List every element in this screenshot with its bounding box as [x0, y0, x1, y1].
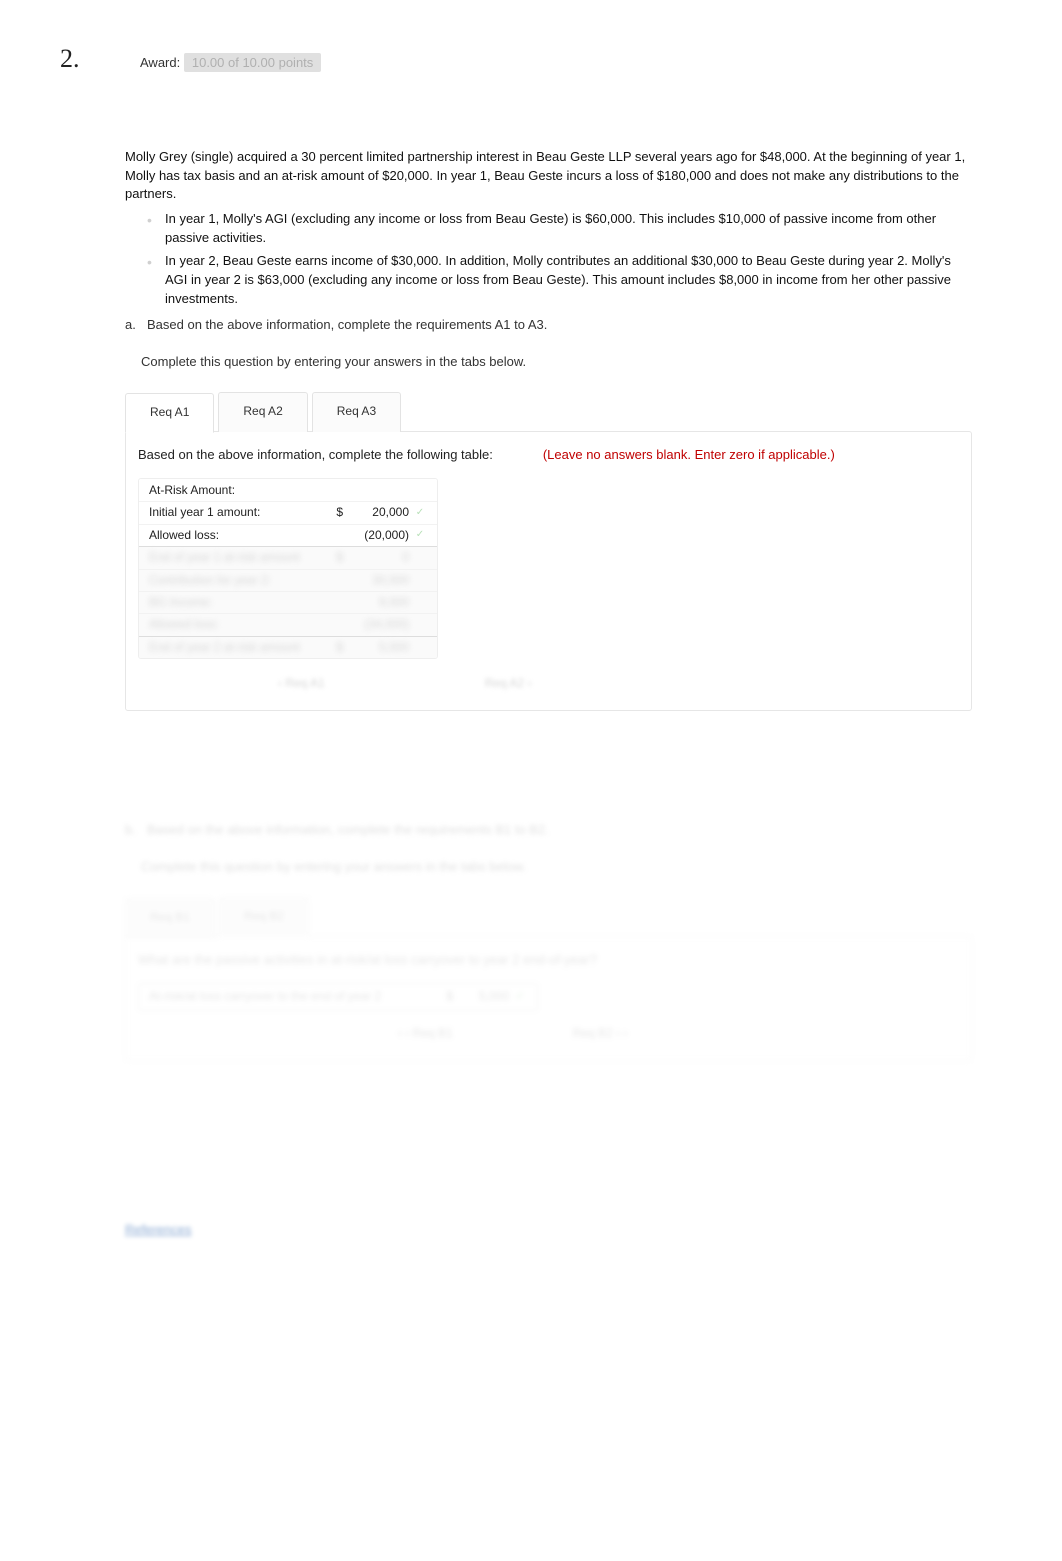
panel-hint: (Leave no answers blank. Enter zero if a…	[543, 446, 835, 465]
table-header: At-Risk Amount:	[149, 482, 329, 499]
entry-instruction: Complete this question by entering your …	[141, 353, 972, 372]
tab-req-a2[interactable]: Req A2	[218, 392, 307, 431]
check-icon: ✓	[513, 990, 527, 1005]
stem-bullet: In year 2, Beau Geste earns income of $3…	[165, 252, 972, 309]
row-value[interactable]: 20,000	[343, 504, 413, 521]
award-label: Award:	[140, 55, 180, 70]
row-value[interactable]: 9,000	[343, 594, 413, 611]
row-label: End of year 2 at-risk amount	[149, 639, 329, 656]
section-b-faded: b. Based on the above information, compl…	[125, 821, 972, 1061]
tab-req-a1[interactable]: Req A1	[125, 393, 214, 432]
row-label: Allowed loss:	[149, 616, 329, 633]
references-link[interactable]: References	[125, 1222, 191, 1237]
subpart-text: Based on the above information, complete…	[147, 821, 549, 840]
nav-prev[interactable]: ‹ Req B1	[398, 1025, 453, 1042]
row-currency: $	[329, 504, 343, 521]
row-value[interactable]: 5,000	[343, 639, 413, 656]
panel-question: What are the passive activities in at-ri…	[138, 951, 597, 970]
subpart-letter: a.	[125, 316, 137, 335]
subpart-letter: b.	[125, 821, 137, 840]
tabs-a: Req A1 Req A2 Req A3	[125, 392, 972, 431]
row-label: Initial year 1 amount:	[149, 504, 329, 521]
entry-instruction: Complete this question by entering your …	[141, 858, 972, 877]
row-label: At-risk/at loss carryover to the end of …	[149, 988, 437, 1005]
check-icon: ✓	[413, 506, 427, 521]
row-value[interactable]: 0	[343, 549, 413, 566]
subpart-text: Based on the above information, complete…	[147, 316, 547, 335]
stem-bullet: In year 1, Molly's AGI (excluding any in…	[165, 210, 972, 248]
panel-question: Based on the above information, complete…	[138, 446, 493, 465]
award-value: 10.00 of 10.00 points	[184, 53, 321, 72]
question-stem: Molly Grey (single) acquired a 30 percen…	[125, 148, 972, 372]
row-value[interactable]: (20,000)	[343, 527, 413, 544]
row-label: Contribution for year 2:	[149, 572, 329, 589]
row-value[interactable]: (34,000)	[343, 616, 413, 633]
nav-next[interactable]: Req B2 ›	[573, 1025, 628, 1042]
answer-row: At-risk/at loss carryover to the end of …	[138, 983, 538, 1010]
row-label: BG Income:	[149, 594, 329, 611]
tab-req-b2[interactable]: Req B2	[219, 897, 309, 936]
check-icon: ✓	[413, 528, 427, 543]
nav-prev[interactable]: ‹ Req A1	[278, 675, 325, 692]
row-currency: $	[329, 639, 343, 656]
stem-paragraph: Molly Grey (single) acquired a 30 percen…	[125, 148, 972, 205]
row-label: End of year 1 at-risk amount	[149, 549, 329, 566]
question-number: 2.	[60, 40, 100, 78]
panel-req-a1: Based on the above information, complete…	[125, 431, 972, 712]
at-risk-table: At-Risk Amount: Initial year 1 amount: $…	[138, 478, 438, 659]
tab-req-a3[interactable]: Req A3	[312, 392, 401, 431]
nav-next[interactable]: Req A2 ›	[485, 675, 532, 692]
row-currency: $	[437, 988, 453, 1005]
tab-req-b1[interactable]: Req B1	[125, 898, 215, 937]
row-value[interactable]: 5,000	[453, 988, 513, 1005]
row-value[interactable]: 30,000	[343, 572, 413, 589]
row-currency: $	[329, 549, 343, 566]
award-block: Award: 10.00 of 10.00 points	[140, 54, 321, 73]
row-label: Allowed loss:	[149, 527, 329, 544]
